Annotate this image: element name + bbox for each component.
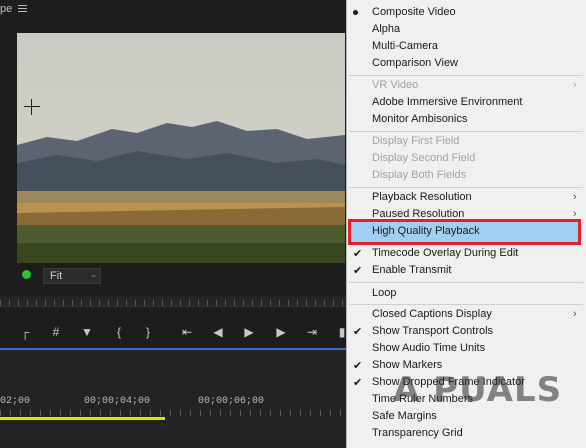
panel-menu-icon[interactable] [18, 3, 27, 14]
menu-item-comparison-view[interactable]: Comparison View [372, 57, 458, 69]
menu-item-paused-resolution[interactable]: Paused Resolution [372, 208, 464, 220]
menu-item-safe-margins[interactable]: Safe Margins [372, 410, 437, 422]
menu-item-transparency-grid[interactable]: Transparency Grid [372, 427, 463, 439]
crosshair-cursor-icon [24, 99, 40, 115]
timecode-label: 00;00;06;00 [198, 396, 265, 407]
submenu-arrow-icon: › [573, 191, 577, 203]
menu-separator [349, 131, 583, 132]
safe-margins-icon[interactable]: # [48, 324, 64, 340]
menu-item-display-both-fields: Display Both Fields [372, 169, 467, 181]
add-marker-icon[interactable]: ▼ [79, 324, 95, 340]
checkmark-icon: ✔ [353, 248, 363, 260]
menu-item-composite-video[interactable]: Composite Video [372, 6, 456, 18]
menu-item-vr-video: VR Video [372, 79, 419, 91]
watermark-logo: A PUALS [393, 370, 563, 410]
mark-in-icon[interactable]: { [111, 324, 127, 340]
checkmark-icon: ✔ [353, 265, 363, 277]
menu-item-adobe-immersive-environment[interactable]: Adobe Immersive Environment [372, 96, 522, 108]
menu-separator [349, 304, 583, 305]
menu-separator [349, 187, 583, 188]
program-monitor-video[interactable] [17, 33, 345, 263]
checkmark-icon: ✔ [353, 326, 363, 338]
menu-item-timecode-overlay[interactable]: Timecode Overlay During Edit [372, 247, 518, 259]
submenu-arrow-icon: › [573, 208, 577, 220]
selected-bullet-icon [353, 10, 358, 15]
menu-item-high-quality-playback[interactable]: High Quality Playback [372, 225, 480, 237]
menu-item-display-second-field: Display Second Field [372, 152, 476, 164]
chevron-down-icon: ⌄ [90, 269, 98, 279]
panel-title: pe [0, 3, 13, 15]
landscape-image [17, 33, 345, 263]
menu-item-alpha[interactable]: Alpha [372, 23, 400, 35]
mark-out-icon[interactable]: } [140, 324, 156, 340]
menu-item-loop[interactable]: Loop [372, 287, 396, 299]
go-to-out-icon[interactable]: ⇥ [304, 324, 320, 340]
submenu-arrow-icon: › [573, 79, 577, 91]
insert-edit-icon[interactable]: ┌ [17, 324, 33, 340]
timecode-label: 02;00 [0, 396, 31, 407]
menu-item-multi-camera[interactable]: Multi-Camera [372, 40, 438, 52]
submenu-arrow-icon: › [573, 308, 577, 320]
go-to-in-icon[interactable]: ⇤ [179, 324, 195, 340]
menu-item-display-first-field: Display First Field [372, 135, 460, 147]
checkmark-icon: ✔ [353, 377, 363, 389]
menu-item-playback-resolution[interactable]: Playback Resolution [372, 191, 472, 203]
step-forward-icon[interactable]: ▶ [273, 324, 289, 340]
checkmark-icon: ✔ [353, 360, 363, 372]
status-indicator-icon [22, 270, 31, 279]
timeline-ruler-ticks [0, 410, 346, 416]
play-icon[interactable]: ▶ [241, 324, 257, 340]
step-back-icon[interactable]: ◀ [210, 324, 226, 340]
menu-separator [349, 282, 583, 283]
work-area-bar[interactable] [0, 417, 165, 420]
menu-item-show-transport-controls[interactable]: Show Transport Controls [372, 325, 493, 337]
timeline-panel[interactable] [0, 350, 346, 448]
menu-item-closed-captions-display[interactable]: Closed Captions Display [372, 308, 492, 320]
ruler-ticks [0, 300, 346, 306]
menu-item-enable-transmit[interactable]: Enable Transmit [372, 264, 451, 276]
menu-item-show-audio-time-units[interactable]: Show Audio Time Units [372, 342, 485, 354]
timecode-label: 00;00;04;00 [84, 396, 151, 407]
menu-separator [349, 75, 583, 76]
menu-item-monitor-ambisonics[interactable]: Monitor Ambisonics [372, 113, 467, 125]
